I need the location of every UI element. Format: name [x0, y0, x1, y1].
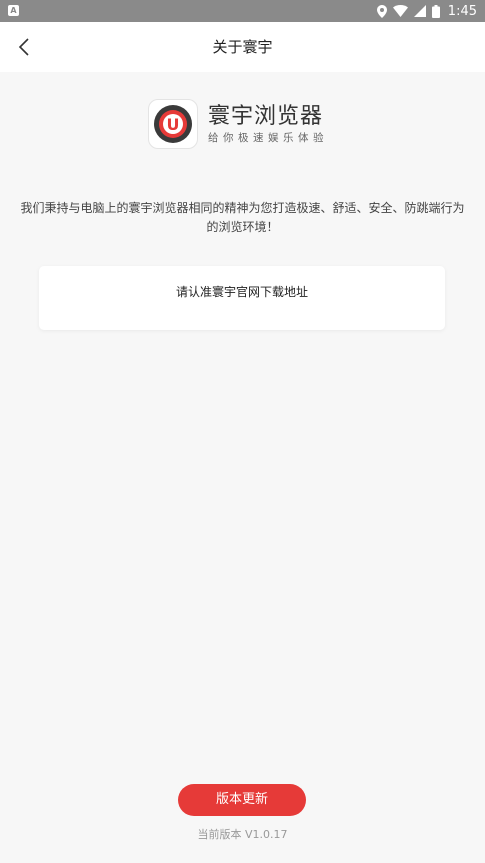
status-time: 1:45: [447, 3, 477, 19]
notice-card: 请认准寰宇官网下载地址: [39, 266, 445, 330]
brand-slogan: 给你极速娱乐体验: [208, 131, 328, 144]
version-update-button[interactable]: 版本更新: [178, 784, 306, 816]
chevron-left-icon: [18, 38, 29, 56]
page-title: 关于寰宇: [212, 38, 273, 56]
about-description: 我们秉持与电脑上的寰宇浏览器相同的精神为您打造极速、舒适、安全、防跳端行为的浏览…: [20, 201, 465, 234]
notice-text: 请认准寰宇官网下载地址: [175, 285, 308, 299]
current-version-text: 当前版本 V1.0.17: [197, 828, 288, 841]
logo-letter: U: [167, 115, 180, 134]
battery-icon: [431, 4, 440, 18]
notification-app-icon: A: [8, 5, 19, 16]
app-logo-icon: U: [154, 105, 192, 143]
header-bar: 关于寰宇: [0, 22, 485, 72]
brand-name: 寰宇浏览器: [208, 103, 324, 129]
wifi-icon: [392, 5, 408, 17]
back-button[interactable]: [8, 30, 40, 64]
signal-icon: [413, 5, 426, 17]
location-icon: [376, 4, 387, 18]
status-bar: A 1:45: [0, 0, 485, 22]
brand-text: 寰宇浏览器 给你极速娱乐体验: [208, 104, 328, 145]
brand-block: U 寰宇浏览器 给你极速娱乐体验: [148, 98, 328, 150]
app-logo: U: [148, 99, 198, 149]
status-icons: 1:45: [376, 2, 477, 20]
